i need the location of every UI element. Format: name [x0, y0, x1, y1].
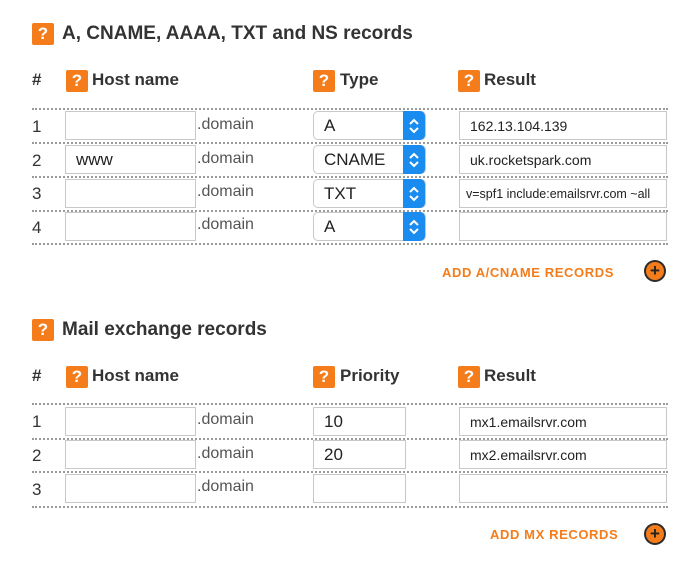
divider [32, 108, 668, 110]
row-number: 4 [32, 218, 42, 237]
domain-suffix: .domain [197, 216, 254, 233]
records-section-title: A, CNAME, AAAA, TXT and NS records [62, 23, 413, 44]
domain-suffix: .domain [197, 411, 254, 428]
question-icon[interactable]: ? [66, 70, 88, 92]
mx-col-num: # [32, 366, 42, 385]
priority-input[interactable] [313, 474, 406, 503]
row-number: 2 [32, 151, 42, 170]
domain-suffix: .domain [197, 150, 254, 167]
up-down-chevron-icon [403, 212, 425, 241]
question-icon[interactable]: ? [32, 319, 54, 341]
question-icon[interactable]: ? [313, 366, 335, 388]
record-type-value: CNAME [324, 149, 386, 169]
host-name-input[interactable] [65, 407, 196, 436]
mx-col-result: Result [484, 366, 536, 385]
domain-suffix: .domain [197, 445, 254, 462]
plus-circle-icon[interactable]: + [644, 523, 666, 545]
record-type-select[interactable]: TXT [313, 179, 426, 208]
add-a-cname-records-link[interactable]: ADD A/CNAME RECORDS [442, 265, 614, 280]
divider [32, 243, 668, 245]
question-icon[interactable]: ? [66, 366, 88, 388]
question-icon[interactable]: ? [458, 70, 480, 92]
priority-input[interactable]: 10 [313, 407, 406, 436]
record-type-value: A [324, 115, 336, 135]
result-input[interactable]: 162.13.104.139 [459, 111, 667, 140]
divider [32, 403, 668, 405]
up-down-chevron-icon [403, 111, 425, 140]
result-input[interactable]: mx1.emailsrvr.com [459, 407, 667, 436]
host-name-input[interactable] [65, 474, 196, 503]
row-number: 1 [32, 117, 42, 136]
row-number: 2 [32, 446, 42, 465]
question-icon[interactable]: ? [313, 70, 335, 92]
priority-input[interactable]: 20 [313, 440, 406, 469]
result-input[interactable]: mx2.emailsrvr.com [459, 440, 667, 469]
result-input[interactable] [459, 474, 667, 503]
result-input[interactable]: uk.rocketspark.com [459, 145, 667, 174]
host-name-input[interactable] [65, 440, 196, 469]
records-col-type: Type [340, 70, 379, 89]
record-type-select[interactable]: A [313, 212, 426, 241]
add-mx-records-link[interactable]: ADD MX RECORDS [490, 527, 618, 542]
row-number: 3 [32, 184, 42, 203]
question-icon[interactable]: ? [458, 366, 480, 388]
host-name-input[interactable] [65, 111, 196, 140]
divider [32, 506, 668, 508]
host-name-input[interactable]: www [65, 145, 196, 174]
divider [32, 176, 668, 178]
row-number: 3 [32, 480, 42, 499]
domain-suffix: .domain [197, 183, 254, 200]
result-input[interactable]: v=spf1 include:emailsrvr.com ~all [459, 179, 667, 208]
records-col-num: # [32, 70, 42, 89]
question-icon[interactable]: ? [32, 23, 54, 45]
up-down-chevron-icon [403, 179, 425, 208]
host-name-input[interactable] [65, 212, 196, 241]
plus-circle-icon[interactable]: + [644, 260, 666, 282]
mx-col-host: Host name [92, 366, 179, 385]
record-type-select[interactable]: CNAME [313, 145, 426, 174]
row-number: 1 [32, 412, 42, 431]
mx-section-title: Mail exchange records [62, 319, 267, 340]
up-down-chevron-icon [403, 145, 425, 174]
host-name-input[interactable] [65, 179, 196, 208]
domain-suffix: .domain [197, 478, 254, 495]
record-type-value: A [324, 216, 336, 236]
mx-col-priority: Priority [340, 366, 400, 385]
divider [32, 142, 668, 144]
record-type-value: TXT [324, 183, 357, 203]
domain-suffix: .domain [197, 116, 254, 133]
result-input[interactable] [459, 212, 667, 241]
records-col-host: Host name [92, 70, 179, 89]
record-type-select[interactable]: A [313, 111, 426, 140]
records-col-result: Result [484, 70, 536, 89]
divider [32, 471, 668, 473]
